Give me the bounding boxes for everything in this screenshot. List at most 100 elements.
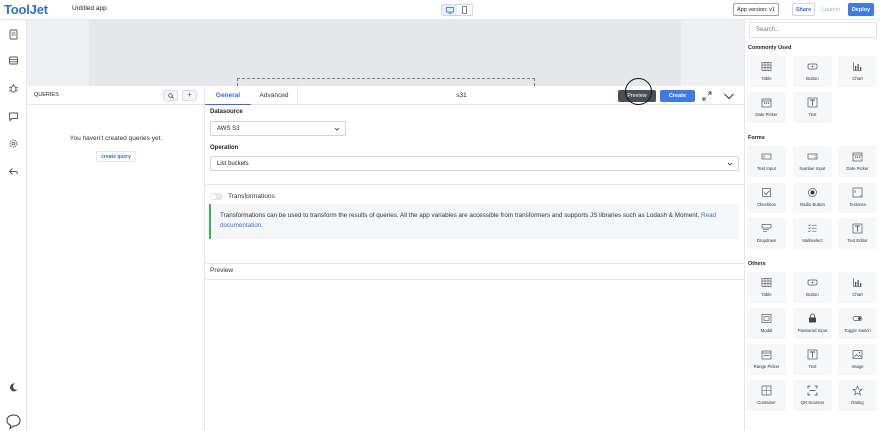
widget-container[interactable]: Container [747, 380, 786, 411]
widget-button[interactable]: Button [793, 56, 832, 87]
section-divider [205, 279, 744, 280]
widget-panel: Search... Commonly Used Table Button Chart D… [744, 20, 880, 431]
widget-modal[interactable]: Modal [747, 308, 786, 339]
widget-text[interactable]: Text [793, 344, 832, 375]
widget-label: Multiselect [802, 238, 823, 243]
text-icon [807, 349, 818, 360]
text-input-icon [761, 153, 772, 160]
operation-label: Operation [210, 145, 239, 151]
widget-label: Chart [852, 76, 863, 81]
operation-value: List buckets [217, 160, 249, 167]
widget-label: Range Picker [753, 364, 780, 369]
button-icon [807, 279, 818, 286]
textarea-icon [852, 187, 863, 198]
widget-text-editor[interactable]: Text Editor [838, 218, 877, 249]
chat-bubble-icon[interactable] [5, 413, 22, 430]
datasource-label: Datasource [210, 109, 243, 115]
widget-text-input[interactable]: Text Input [747, 146, 786, 177]
left-sidebar [0, 20, 27, 431]
back-arrow-icon[interactable] [7, 165, 20, 178]
app-name[interactable]: Untitled app [72, 5, 107, 12]
search-icon [167, 92, 174, 99]
queries-panel: QUERIES + You haven't created queries ye… [27, 86, 205, 431]
settings-gear-icon[interactable] [7, 137, 20, 150]
widget-label: Table [761, 76, 772, 81]
widget-rating[interactable]: Rating [838, 380, 877, 411]
qr-scanner-icon [807, 385, 818, 396]
widget-label: Container [757, 400, 776, 405]
widget-multiselect[interactable]: Multiselect [793, 218, 832, 249]
share-button[interactable]: Share [792, 3, 815, 16]
widget-textarea[interactable]: Textarea [838, 182, 877, 213]
dropdown-icon [761, 224, 772, 232]
widget-label: Date Picker [755, 112, 778, 117]
mobile-view-button[interactable] [457, 5, 472, 15]
widget-dropdown[interactable]: Dropdown [747, 218, 786, 249]
section-title-forms: Forms [748, 135, 765, 141]
widget-qr-scanner[interactable]: QR Scanner [793, 380, 832, 411]
expand-icon[interactable] [702, 91, 712, 101]
widget-chart[interactable]: Chart [838, 56, 877, 87]
add-query-button[interactable]: + [182, 90, 197, 101]
widget-checkbox[interactable]: Checkbox [747, 182, 786, 213]
widget-label: Dropdown [756, 238, 777, 243]
widget-label: QR Scanner [800, 400, 825, 405]
widget-password-input[interactable]: Password Input [793, 308, 832, 339]
queries-header: QUERIES + [27, 86, 205, 105]
tooljet-logo[interactable]: ToolJet [4, 2, 48, 17]
widget-label: Text Input [757, 166, 776, 171]
create-button[interactable]: Create [660, 90, 695, 102]
widget-button[interactable]: Button [793, 272, 832, 303]
widget-label: Textarea [849, 202, 866, 207]
app-version-button[interactable]: App version: v1 [733, 3, 779, 16]
chart-icon [853, 278, 862, 287]
info-text: Transformations can be used to transform… [220, 212, 700, 219]
search-queries-button[interactable] [163, 90, 178, 101]
widget-label: Table [761, 292, 772, 297]
create-query-button[interactable]: create query [96, 151, 136, 162]
canvas-page[interactable] [89, 20, 681, 86]
tab-general[interactable]: General [205, 86, 251, 105]
transformations-label: Transformations [228, 193, 275, 200]
pages-icon[interactable] [7, 28, 20, 41]
widget-radio-button[interactable]: Radio Button [793, 182, 832, 213]
widget-label: Modal [760, 328, 773, 333]
widget-chart[interactable]: Chart [838, 272, 877, 303]
widget-toggle-switch[interactable]: Toggle Switch [838, 308, 877, 339]
query-name[interactable]: s31 [297, 86, 625, 105]
app-canvas[interactable] [27, 20, 744, 86]
section-title-commonly-used: Commonly Used [748, 45, 792, 51]
datasource-select[interactable]: AWS S3 [210, 121, 346, 136]
desktop-view-button[interactable] [442, 5, 457, 15]
toggle-switch-icon [852, 316, 863, 321]
deploy-button[interactable]: Deploy [848, 3, 874, 16]
range-picker-icon [761, 350, 772, 360]
widget-search-input[interactable]: Search... [749, 22, 877, 38]
widget-image[interactable]: Image [838, 344, 877, 375]
operation-select[interactable]: List buckets [210, 156, 739, 171]
tab-advanced[interactable]: Advanced [251, 86, 297, 105]
database-icon[interactable] [7, 54, 20, 67]
comments-icon[interactable] [7, 110, 20, 123]
table-icon [761, 278, 772, 287]
widget-label: Button [806, 292, 819, 297]
chevron-down-icon [334, 127, 340, 131]
widget-range-picker[interactable]: Range Picker [747, 344, 786, 375]
widget-date-picker[interactable]: Date Picker [747, 92, 786, 123]
debugger-icon[interactable] [7, 82, 20, 95]
widget-date-picker[interactable]: Date Picker [838, 146, 877, 177]
dark-mode-icon[interactable] [7, 381, 20, 394]
tooljet-app: ToolJet Untitled app App version: v1 Sha… [0, 0, 880, 431]
widget-text[interactable]: Text [793, 92, 832, 123]
transformations-toggle[interactable] [210, 193, 223, 200]
chart-icon [853, 62, 862, 71]
top-bar: ToolJet Untitled app App version: v1 Sha… [0, 0, 880, 20]
widget-number-input[interactable]: Number Input [793, 146, 832, 177]
empty-queries-message: You haven't created queries yet. [69, 135, 163, 142]
section-title-others: Others [748, 261, 766, 267]
launch-button[interactable]: Launch [819, 3, 843, 16]
widget-label: Chart [852, 292, 863, 297]
widget-table[interactable]: Table [747, 272, 786, 303]
chevron-down-icon[interactable] [723, 91, 735, 101]
widget-table[interactable]: Table [747, 56, 786, 87]
